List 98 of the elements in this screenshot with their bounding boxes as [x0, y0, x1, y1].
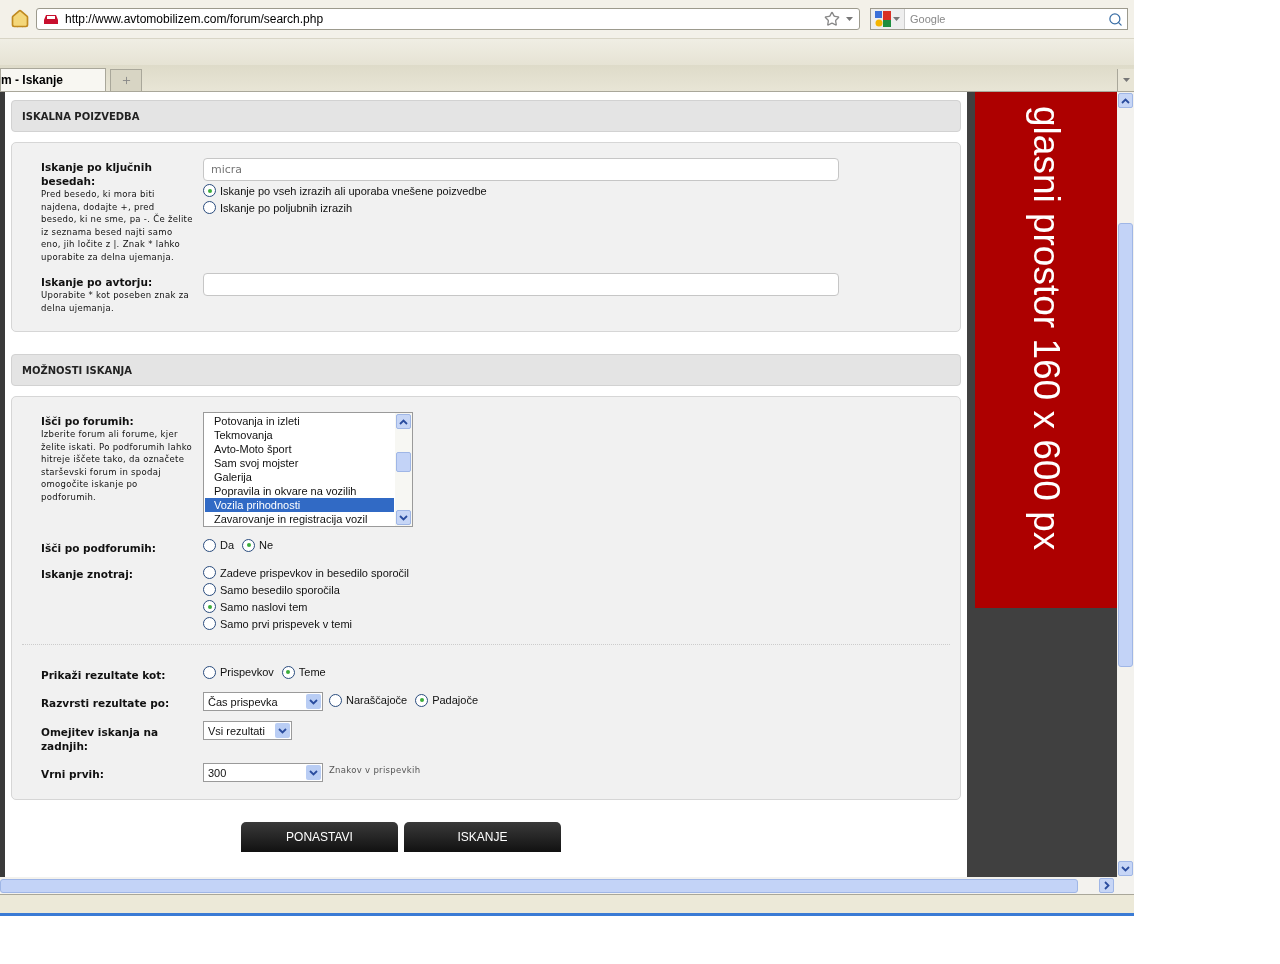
radio-option[interactable]: Prispevkov	[203, 664, 277, 680]
radio-label: Samo naslovi tem	[220, 600, 308, 613]
caret-icon	[1122, 78, 1130, 82]
radio-option[interactable]: Da	[203, 537, 238, 553]
radio-option[interactable]: Naraščajoče	[329, 692, 411, 708]
radio-label: Iskanje po vseh izrazih ali uporaba vnešene poizvedbe	[220, 184, 487, 197]
search-placeholder: Google	[909, 13, 947, 25]
radio-label: Ne	[259, 539, 274, 551]
chevron-down-icon	[278, 727, 287, 734]
field-label: Išči po podforumih:	[41, 541, 157, 555]
radio-label: Padajoče	[432, 694, 478, 706]
tab-list-button[interactable]	[1117, 69, 1134, 91]
field-note: Znakov v prispevkih	[329, 764, 421, 775]
field-label: Iskanje znotraj:	[41, 567, 134, 581]
field-label: Išči po forumih:	[41, 414, 135, 428]
radio-option[interactable]: Samo naslovi tem	[203, 599, 409, 614]
url-text: http://www.avtomobilizem.com/forum/search.php	[65, 12, 325, 26]
radio-icon[interactable]	[203, 184, 216, 197]
radio-icon[interactable]	[242, 538, 256, 552]
action-button[interactable]: ISKANJE	[404, 822, 561, 852]
browser-tab[interactable]: m - Iskanje	[0, 68, 106, 91]
radio-icon[interactable]	[203, 617, 216, 630]
list-item[interactable]: Tekmovanja	[205, 428, 394, 442]
section-header: ISKALNA POIZVEDBA	[11, 100, 961, 132]
search-engine-icon[interactable]	[875, 11, 891, 27]
scroll-down-button[interactable]	[396, 510, 411, 525]
dropdown-select[interactable]: Čas prispevka	[203, 692, 323, 711]
list-item[interactable]: Vozila prihodnosti	[205, 498, 394, 512]
radio-label: Prispevkov	[220, 666, 274, 678]
radio-option[interactable]: Iskanje po vseh izrazih ali uporaba vnešene poizvedbe	[203, 183, 487, 198]
radio-label: Zadeve prispevkov in besedilo sporočil	[220, 566, 409, 579]
chevron-down-icon	[1121, 865, 1130, 872]
list-item[interactable]: Sam svoj mojster	[205, 456, 394, 470]
caret-icon[interactable]	[893, 17, 900, 21]
search-icon[interactable]	[1108, 11, 1123, 27]
search-field[interactable]: Google	[870, 8, 1128, 30]
field-label: Vrni prvih:	[41, 767, 105, 781]
scroll-up-button[interactable]	[396, 414, 411, 429]
section-header: MOŽNOSTI ISKANJA	[11, 354, 961, 386]
field-label: Razvrsti rezultate po:	[41, 696, 171, 710]
dropdown-select[interactable]: 300	[203, 763, 323, 782]
scroll-right-button[interactable]	[1099, 878, 1114, 893]
radio-option[interactable]: Ne	[242, 537, 277, 553]
text-field[interactable]: micra	[203, 158, 839, 181]
forum-listbox[interactable]: Potovanja in izleti Tekmovanja Avto-Moto šport Sam svoj mojster Galerija Popravila in okvare na vozilih Vozila prihodnosti Zavarovanje in registracija vozil	[203, 412, 413, 527]
caret-icon[interactable]	[846, 17, 853, 21]
field-label: Iskanje po avtorju:	[41, 275, 154, 289]
radio-option[interactable]: Teme	[281, 664, 329, 680]
chevron-up-icon	[399, 418, 408, 425]
ad-text: glasni prostor 160 x 600 px	[1025, 106, 1067, 551]
list-item[interactable]: Potovanja in izleti	[205, 414, 394, 428]
radio-label: Samo prvi prispevek v temi	[220, 617, 353, 630]
list-item[interactable]: Zavarovanje in registracija vozil	[205, 512, 394, 526]
plus-icon	[120, 75, 132, 86]
help-text: Uporabite * kot poseben znak za delna ujemanja.	[41, 289, 190, 314]
text-field[interactable]	[203, 273, 839, 296]
chevron-down-icon	[309, 698, 318, 705]
radio-option[interactable]: Padajoče	[415, 692, 481, 708]
chevron-down-icon	[399, 514, 408, 521]
radio-icon[interactable]	[329, 693, 342, 707]
chevron-right-icon	[1103, 881, 1110, 890]
radio-icon[interactable]	[203, 600, 216, 613]
radio-option[interactable]: Iskanje po poljubnih izrazih	[203, 200, 487, 215]
list-item[interactable]: Galerija	[205, 470, 394, 484]
radio-icon[interactable]	[203, 665, 216, 679]
radio-option[interactable]: Zadeve prispevkov in besedilo sporočil	[203, 565, 409, 580]
radio-icon[interactable]	[415, 693, 429, 707]
radio-option[interactable]: Samo prvi prispevek v temi	[203, 616, 409, 631]
radio-label: Naraščajoče	[346, 694, 408, 706]
scrollbar-thumb[interactable]	[0, 878, 1078, 893]
radio-icon[interactable]	[203, 538, 216, 552]
list-item[interactable]: Popravila in okvare na vozilih	[205, 484, 394, 498]
field-label: Omejitev iskanja na zadnjih:	[41, 725, 160, 753]
chevron-down-icon	[309, 769, 318, 776]
scroll-down-button[interactable]	[1118, 861, 1133, 876]
radio-icon[interactable]	[203, 201, 216, 214]
scroll-up-button[interactable]	[1118, 93, 1133, 108]
radio-label: Da	[220, 539, 235, 551]
radio-label: Iskanje po poljubnih izrazih	[220, 201, 353, 214]
radio-icon[interactable]	[203, 566, 216, 579]
radio-icon[interactable]	[203, 583, 216, 596]
radio-icon[interactable]	[281, 665, 295, 679]
action-button[interactable]: PONASTAVI	[241, 822, 398, 852]
radio-option[interactable]: Samo besedilo sporočila	[203, 582, 409, 597]
chevron-up-icon	[1121, 97, 1130, 104]
url-field[interactable]: http://www.avtomobilizem.com/forum/search.php	[36, 8, 860, 30]
star-icon[interactable]	[824, 11, 840, 27]
field-label: Prikaži rezultate kot:	[41, 668, 167, 682]
help-text: Izberite forum ali forume, kjer želite iskati. Po podforumih lahko hitreje iščete tako, da označete starševski forum in spodaj omogočite iskanje po podforumih.	[41, 428, 193, 503]
scrollbar-thumb[interactable]	[1118, 223, 1133, 667]
list-item[interactable]: Avto-Moto šport	[205, 442, 394, 456]
field-label: Iskanje po ključnih besedah:	[41, 160, 153, 188]
home-icon[interactable]	[10, 9, 30, 29]
dropdown-select[interactable]: Vsi rezultati	[203, 721, 292, 740]
radio-label: Samo besedilo sporočila	[220, 583, 340, 596]
help-text: Pred besedo, ki mora biti najdena, dodajte +, pred besedo, ki ne sme, pa -. Če želite iz seznama besed najti samo eno, jih ločite z |. Znak * lahko uporabite za delna ujemanja.	[41, 188, 193, 263]
scrollbar-thumb[interactable]	[396, 452, 411, 472]
radio-label: Teme	[298, 666, 326, 678]
